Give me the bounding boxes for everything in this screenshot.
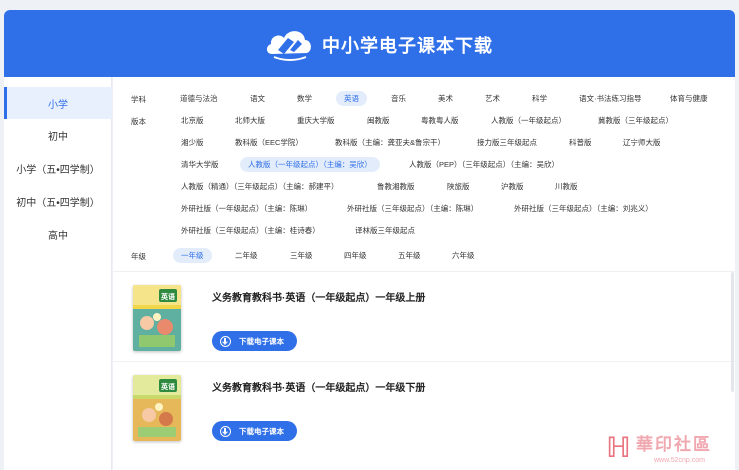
watermark-logo-icon: ℍ [606,432,631,463]
download-button[interactable]: 下载电子课本 [212,421,297,441]
edition-option[interactable]: 人教版（一年级起点） [483,113,574,128]
edition-option[interactable]: 外研社版（一年级起点）（主编：陈琳） [173,201,320,216]
edition-option[interactable]: 教科版（主编：龚亚夫&鲁宗干） [327,135,453,150]
grade-option[interactable]: 六年级 [444,248,483,263]
edition-option[interactable]: 闽教版 [359,113,398,128]
stage-sidebar: 小学 初中 小学（五•四学制） 初中（五•四学制） 高中 [4,77,112,470]
site-header: 中小学电子课本下载 [4,10,735,77]
book-title[interactable]: 义务教育教科书·英语（一年级起点）一年级下册 [212,379,425,394]
edition-label: 版本 [131,117,146,126]
subject-option[interactable]: 语文·书法练习指导 [571,91,650,106]
edition-option[interactable]: 辽宁师大版 [615,135,669,150]
textbook-cover-icon: 英语 [133,375,181,441]
edition-option[interactable]: 粤教粤人版 [413,113,467,128]
subject-option[interactable]: 音乐 [383,91,414,106]
edition-option[interactable]: 湘少版 [173,135,212,150]
download-button[interactable]: 下载电子课本 [212,331,297,351]
download-button-label: 下载电子课本 [239,426,284,436]
sidebar-item-junior-54[interactable]: 初中（五•四学制） [4,185,112,217]
grade-option[interactable]: 二年级 [227,248,266,263]
subject-option[interactable]: 体育与健康 [662,91,716,106]
subject-option[interactable]: 数学 [289,91,320,106]
edition-option[interactable]: 人教版（精通）（三年级起点）（主编：郝建平） [173,179,347,194]
sidebar-item-senior[interactable]: 高中 [4,218,112,250]
textbook-cover-icon: 英语 [133,285,181,351]
edition-option[interactable]: 接力版三年级起点 [469,135,545,150]
svg-text:英语: 英语 [160,382,175,391]
edition-option[interactable]: 外研社版（三年级起点）（主编：刘兆义） [506,201,661,216]
svg-text:英语: 英语 [160,292,175,301]
sidebar-item-primary-54[interactable]: 小学（五•四学制） [4,152,112,184]
edition-option[interactable]: 鲁教湘教版 [369,179,423,194]
edition-option[interactable]: 沪教版 [493,179,532,194]
grade-option[interactable]: 三年级 [282,248,321,263]
edition-option[interactable]: 外研社版（三年级起点）（主编：桂诗春） [173,223,328,238]
edition-option[interactable]: 冀教版（三年级起点） [590,113,681,128]
cloud-book-logo-icon [266,31,311,61]
edition-option[interactable]: 清华大学版 [173,157,227,172]
download-icon [220,335,231,347]
book-divider [113,361,735,362]
main-content: 学科 道德与法治 语文 数学 英语 音乐 美术 艺术 科学 语文·书法练习指导 … [113,77,735,470]
subject-option-selected[interactable]: 英语 [336,91,367,106]
edition-option[interactable]: 人教版（PEP）（三年级起点）（主编：吴欣） [401,157,567,172]
subject-option[interactable]: 道德与法治 [172,91,226,106]
subject-option[interactable]: 美术 [430,91,461,106]
edition-option[interactable]: 川教版 [547,179,586,194]
subject-option[interactable]: 科学 [524,91,555,106]
edition-option[interactable]: 教科版（EEC学院） [227,135,311,150]
edition-option[interactable]: 重庆大学版 [289,113,343,128]
watermark-text: 華印社區 [636,435,712,454]
watermark: ℍ 華印社區 www.52cnp.com [606,430,736,470]
subject-option[interactable]: 语文 [242,91,273,106]
book-cover-image[interactable]: 英语 [133,285,181,351]
download-button-label: 下载电子课本 [239,336,284,346]
grade-option-selected[interactable]: 一年级 [173,248,212,263]
sidebar-item-primary[interactable]: 小学 [4,87,112,119]
edition-option[interactable]: 北师大版 [227,113,273,128]
edition-option[interactable]: 译林版三年级起点 [347,223,423,238]
subject-option[interactable]: 艺术 [477,91,508,106]
edition-option[interactable]: 外研社版（三年级起点）（主编：陈琳） [339,201,486,216]
page-title: 中小学电子课本下载 [322,36,493,56]
grade-option[interactable]: 四年级 [336,248,375,263]
download-icon [220,425,231,437]
grade-option[interactable]: 五年级 [390,248,429,263]
scrollbar[interactable] [730,272,735,392]
filter-divider [113,271,735,272]
edition-option-selected[interactable]: 人教版（一年级起点）（主编：吴欣） [240,157,380,172]
sidebar-item-junior[interactable]: 初中 [4,119,112,151]
watermark-url: www.52cnp.com [654,457,705,464]
book-item: 英语 义务教育教科书·英语（一年级起点）一年级上册 下载电子课本 [113,279,735,367]
book-title[interactable]: 义务教育教科书·英语（一年级起点）一年级上册 [212,289,425,304]
edition-option[interactable]: 北京版 [173,113,212,128]
book-cover-image[interactable]: 英语 [133,375,181,441]
edition-option[interactable]: 陕旅版 [439,179,478,194]
edition-option[interactable]: 科普版 [561,135,600,150]
subject-label: 学科 [131,95,146,104]
grade-label: 年级 [131,252,146,261]
